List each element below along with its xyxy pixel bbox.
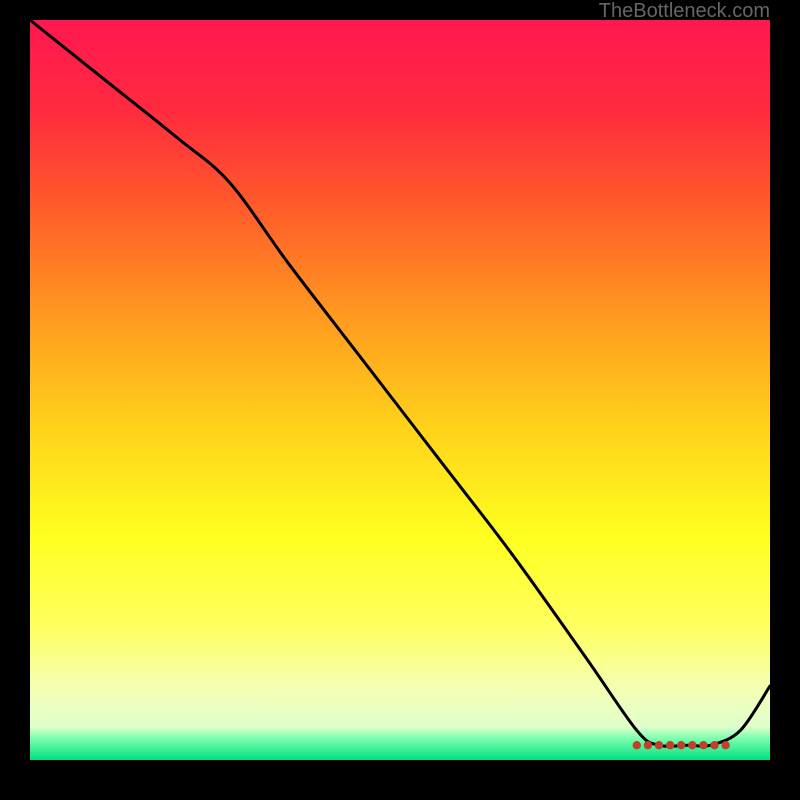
highlight-dot [666, 741, 674, 749]
highlight-dot [699, 741, 707, 749]
highlight-dot [710, 741, 718, 749]
highlight-dot [677, 741, 685, 749]
watermark-text: TheBottleneck.com [599, 0, 770, 23]
highlight-dot [644, 741, 652, 749]
highlight-dot [688, 741, 696, 749]
highlight-dots [633, 741, 730, 749]
chart-svg [30, 20, 770, 760]
plot-area [30, 20, 770, 760]
highlight-dot [633, 741, 641, 749]
gradient-background [30, 20, 770, 760]
highlight-dot [655, 741, 663, 749]
highlight-dot [721, 741, 729, 749]
